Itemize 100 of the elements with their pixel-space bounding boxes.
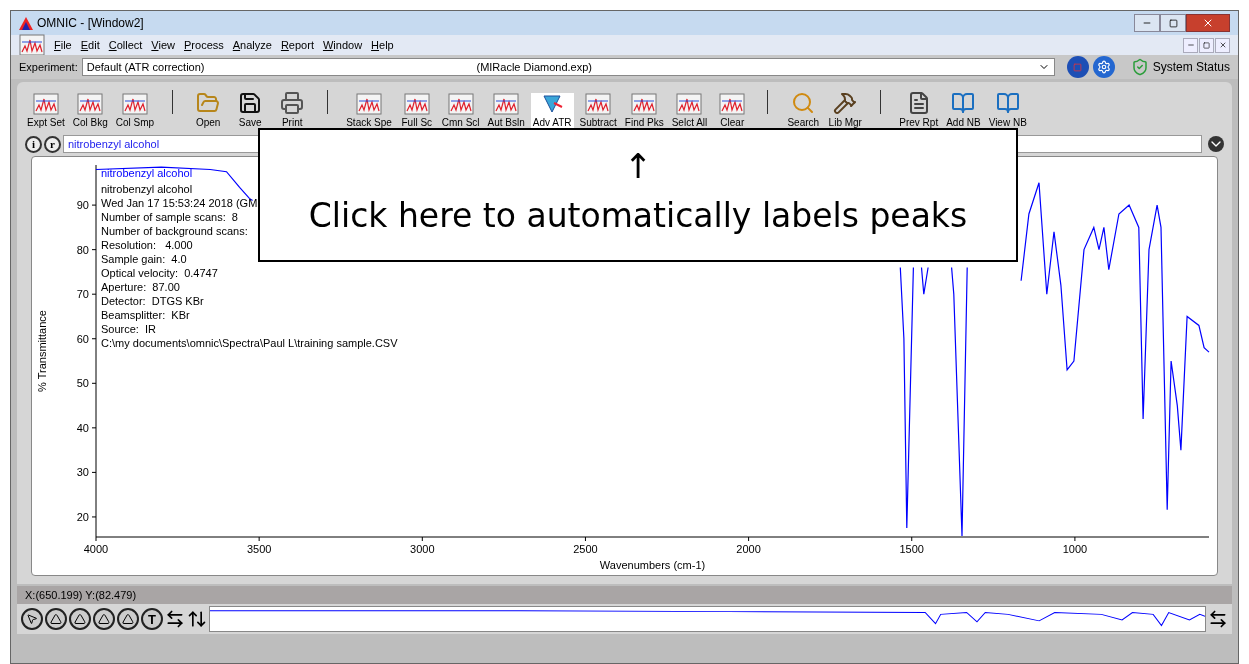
- spectrum-label: nitrobenzyl alcohol: [101, 167, 193, 179]
- search-icon: [791, 91, 816, 115]
- menu-item[interactable]: Edit: [80, 36, 100, 54]
- shield-icon: [1130, 58, 1149, 76]
- expand-horizontal-icon[interactable]: [165, 609, 185, 629]
- info-line: Source: IR: [101, 323, 157, 335]
- toolbar-button[interactable]: Col Bkg: [70, 93, 110, 130]
- spectrum-icon: [447, 93, 474, 115]
- toolbar-button[interactable]: Col Smp: [113, 93, 157, 130]
- notebook-icon: [951, 91, 976, 115]
- close-icon: [1218, 41, 1227, 49]
- maximize-icon: [1168, 18, 1178, 28]
- toolbar-button[interactable]: Open: [189, 91, 228, 130]
- info-line: nitrobenzyl alcohol: [101, 183, 193, 195]
- notebook-icon: [995, 91, 1020, 115]
- x-tick-label: 1000: [1062, 543, 1088, 555]
- y-tick-label: 80: [76, 243, 89, 256]
- info-line: Detector: DTGS KBr: [101, 295, 204, 307]
- window-title: OMNIC - [Window2]: [37, 15, 144, 32]
- info-line: C:\my documents\omnic\Spectra\Paul L\training sample.CSV: [101, 337, 398, 349]
- callout-arrow: ↑: [623, 149, 653, 184]
- menu-item[interactable]: File: [54, 36, 72, 54]
- triangle-icon: [98, 613, 110, 625]
- menu-item[interactable]: Help: [371, 36, 394, 54]
- x-tick-label: 3500: [246, 543, 272, 555]
- spectrum-icon: [403, 93, 430, 115]
- peak-tool-button[interactable]: [93, 608, 115, 630]
- peak-tool-button[interactable]: [69, 608, 91, 630]
- expand-vertical-icon[interactable]: [187, 609, 207, 629]
- info-line: Resolution: 4.000: [101, 239, 193, 251]
- y-tick-label: 70: [76, 288, 89, 301]
- peak-tool-button[interactable]: [117, 608, 139, 630]
- y-axis-label: % Transmittance: [36, 310, 48, 392]
- scroll-arrows-icon[interactable]: [1208, 609, 1228, 629]
- info-line: Beamsplitter: KBr: [101, 309, 190, 321]
- prism-icon: [541, 93, 564, 115]
- toolbar-button[interactable]: Expt Set: [25, 93, 67, 130]
- toolbar-button[interactable]: Adv ATR: [530, 93, 574, 130]
- menu-item[interactable]: Analyze: [232, 36, 272, 54]
- app-logo-icon: [19, 16, 33, 30]
- cursor-coordinates: X:(650.199) Y:(82.479): [25, 587, 137, 603]
- triangle-icon: [122, 613, 134, 625]
- spectrum-icon: [77, 93, 104, 115]
- spectrum-icon: [32, 93, 59, 115]
- x-tick-label: 2000: [736, 543, 761, 555]
- minimize-icon: [1186, 41, 1195, 49]
- spectrum-icon: [356, 93, 382, 115]
- close-icon: [1202, 17, 1214, 29]
- x-axis-label: Wavenumbers (cm-1): [599, 559, 706, 571]
- peak-tool-button[interactable]: [45, 608, 67, 630]
- pointer-tool-button[interactable]: [21, 608, 43, 630]
- experiment-label: Experiment:: [19, 59, 78, 75]
- stop-button[interactable]: [1066, 56, 1089, 78]
- y-tick-label: 60: [76, 332, 89, 345]
- menu-item[interactable]: Collect: [108, 36, 143, 54]
- toolbar-button[interactable]: Print: [273, 91, 312, 130]
- x-tick-label: 1500: [899, 543, 924, 555]
- settings-button[interactable]: [1092, 56, 1115, 78]
- text-tool-button[interactable]: T: [141, 608, 163, 630]
- y-tick-label: 30: [76, 466, 89, 479]
- y-tick-label: 50: [76, 377, 89, 390]
- spectrum-icon: [676, 93, 703, 115]
- spectrum-icon: [122, 93, 148, 115]
- spectrum-icon: [631, 93, 658, 115]
- toolbar-button[interactable]: Lib Mgr: [826, 91, 865, 130]
- restore-icon: [1203, 41, 1210, 49]
- toolbar-button[interactable]: View NB: [986, 91, 1029, 130]
- info-line: Wed Jan 17 15:53:24 2018 (GM: [101, 197, 258, 209]
- experiment-dropdown[interactable]: Default (ATR correction) (MIRacle Diamond.exp): [81, 58, 1055, 76]
- spectrum-icon: [493, 93, 520, 115]
- x-tick-label: 3000: [410, 543, 435, 555]
- menu-item[interactable]: Window: [322, 36, 363, 54]
- x-tick-label: 4000: [83, 543, 109, 555]
- printer-icon: [280, 91, 305, 115]
- hammer-icon: [833, 91, 858, 115]
- y-tick-label: 20: [76, 510, 89, 523]
- stop-icon: [1073, 62, 1083, 72]
- info-line: Number of sample scans: 8: [101, 211, 238, 223]
- callout-text: Click here to automatically labels peaks: [308, 195, 968, 238]
- toolbar-button[interactable]: Add NB: [944, 91, 983, 130]
- info-line: Aperture: 87.00: [101, 281, 180, 293]
- triangle-icon: [74, 613, 86, 625]
- menu-item[interactable]: Process: [184, 36, 224, 54]
- region-button[interactable]: r: [44, 135, 61, 153]
- triangle-icon: [50, 613, 62, 625]
- y-tick-label: 40: [76, 421, 89, 434]
- close-button[interactable]: [1215, 37, 1230, 53]
- info-button[interactable]: i: [25, 135, 42, 153]
- maximize-button[interactable]: [1160, 14, 1186, 32]
- menu-item[interactable]: View: [151, 36, 175, 54]
- minimize-button[interactable]: [1134, 14, 1160, 32]
- toolbar-button[interactable]: Save: [231, 91, 270, 130]
- info-line: Number of background scans:: [101, 225, 248, 237]
- folder-icon: [196, 91, 221, 115]
- system-status[interactable]: System Status: [1152, 58, 1230, 76]
- y-tick-label: 90: [76, 199, 89, 212]
- toolbar-button[interactable]: Search: [784, 91, 823, 130]
- x-tick-label: 2500: [573, 543, 598, 555]
- toolbar-button[interactable]: Prev Rpt: [897, 91, 941, 130]
- menu-item[interactable]: Report: [280, 36, 314, 54]
